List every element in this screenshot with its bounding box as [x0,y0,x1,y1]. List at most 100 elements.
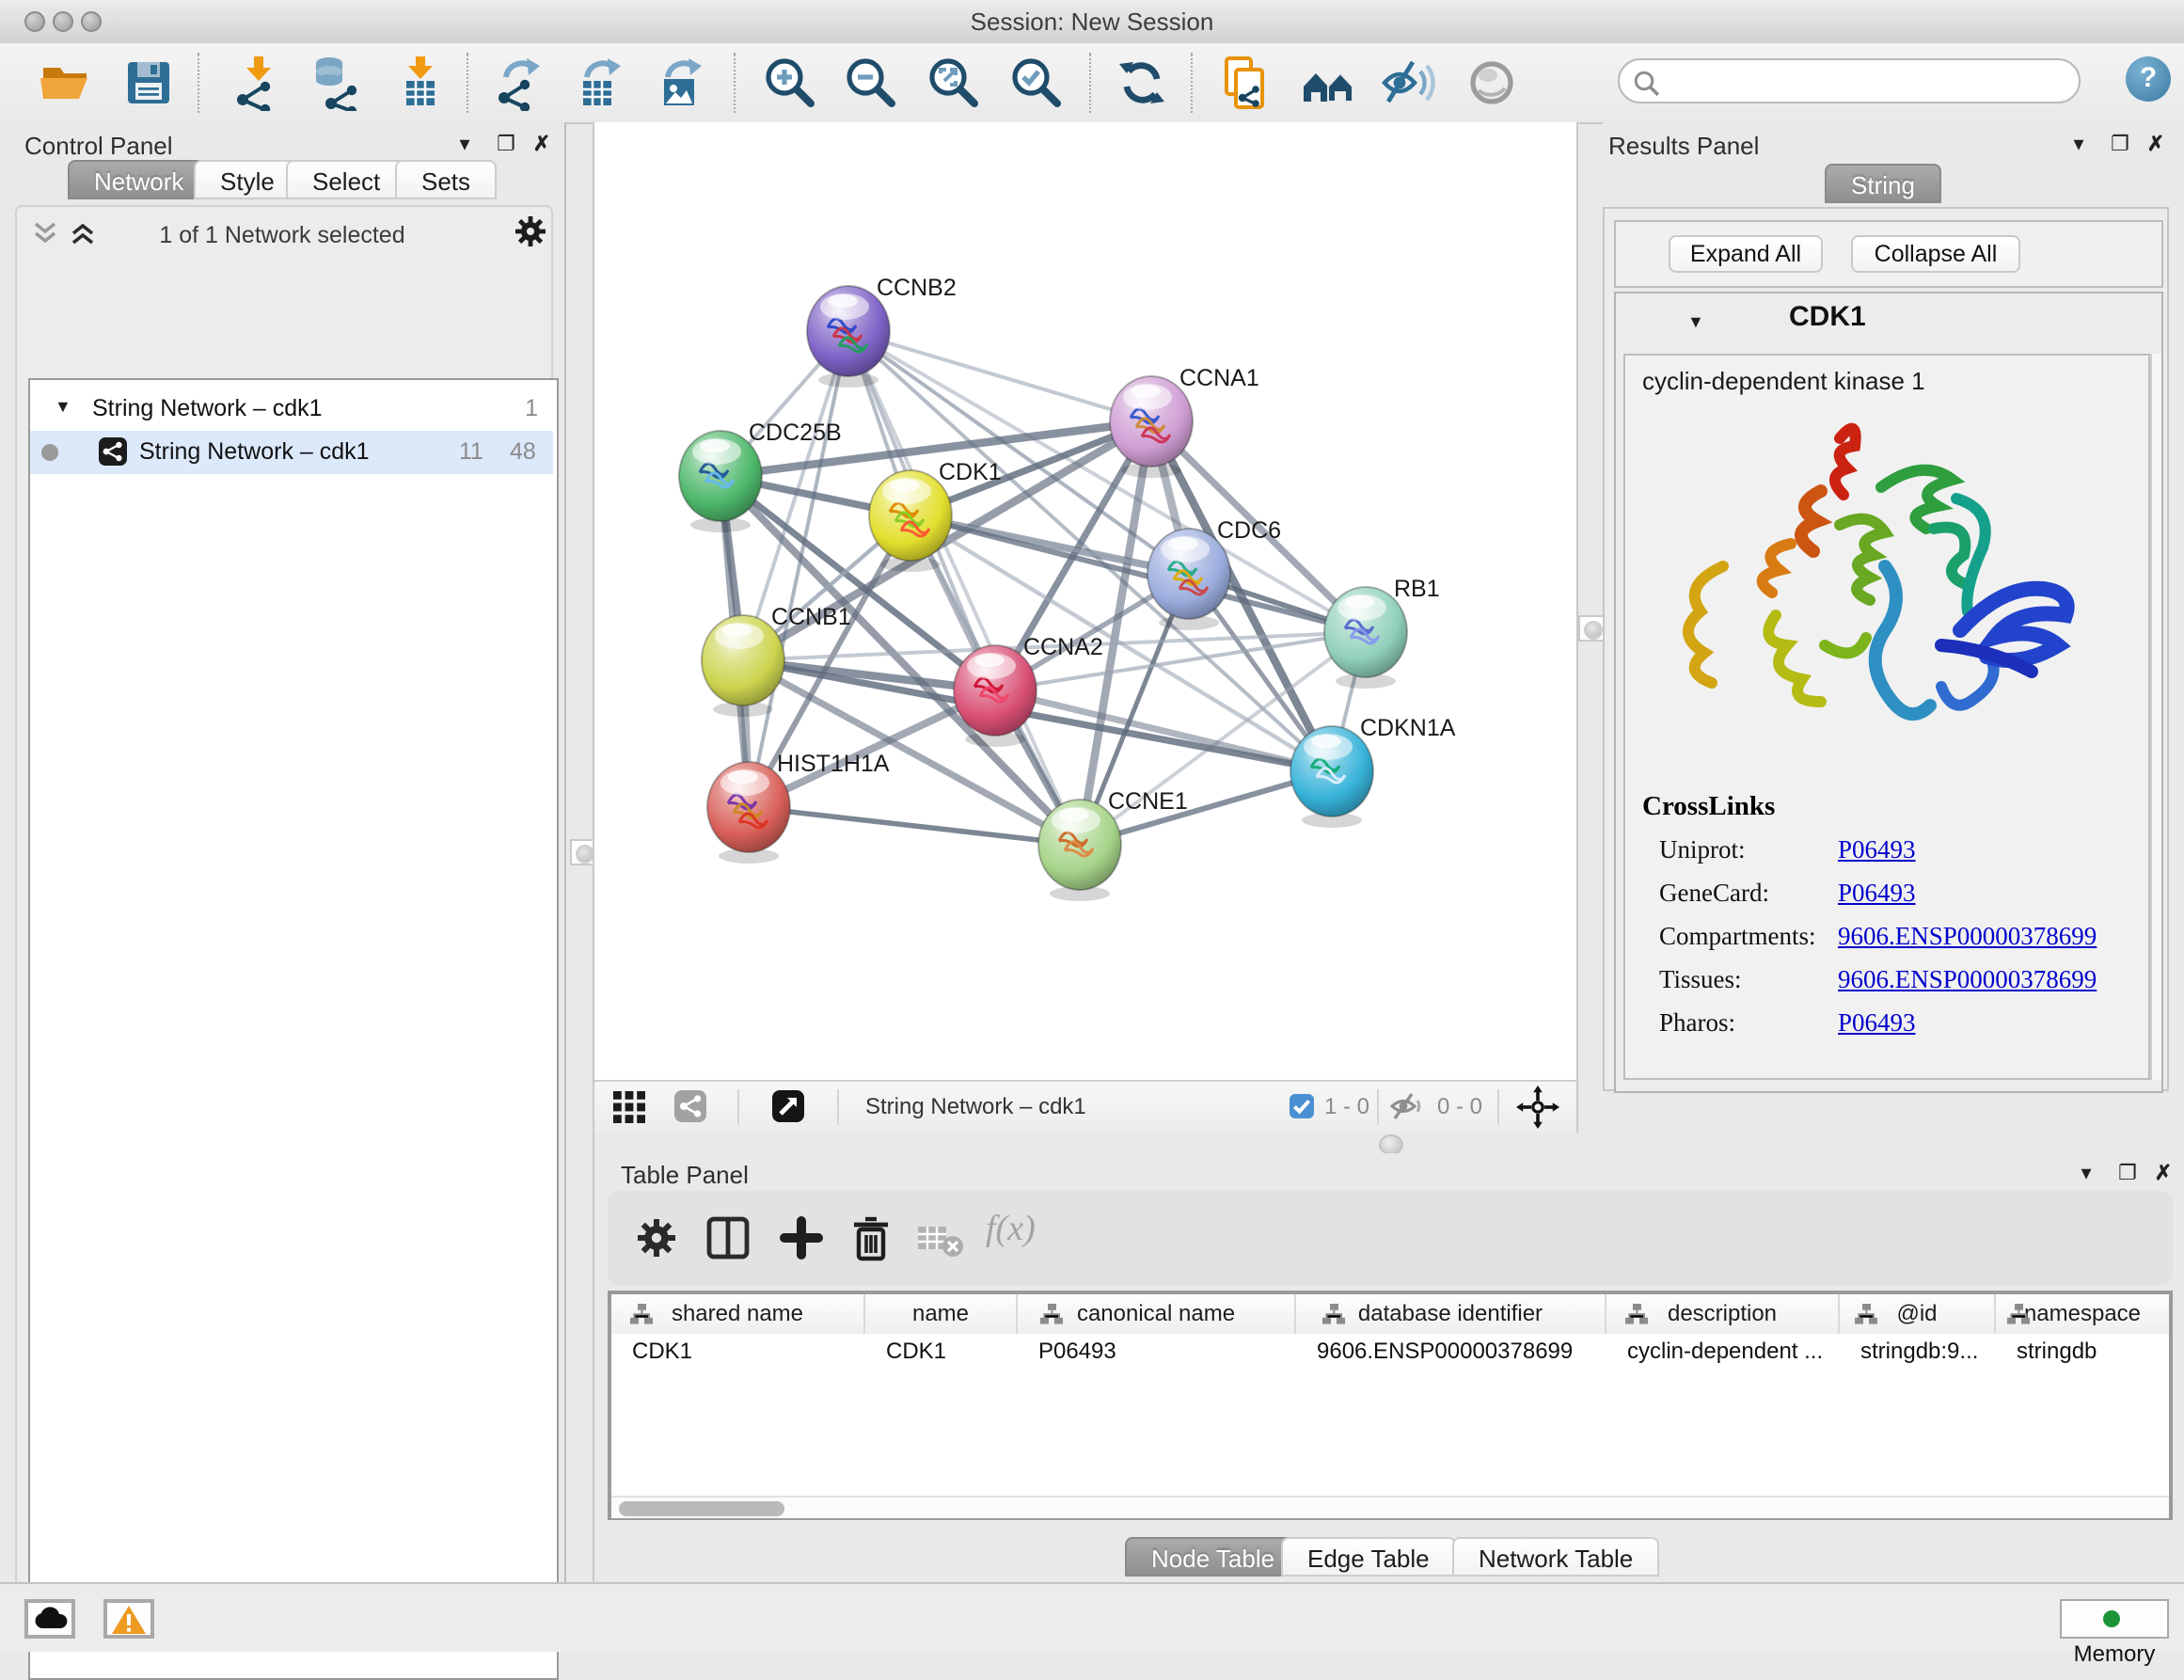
table-cell[interactable]: CDK1 [611,1338,865,1370]
column-type-icon [1855,1304,1877,1324]
gene-expander-icon[interactable]: ▼ [1687,312,1704,331]
delete-table-icon[interactable] [916,1225,965,1259]
column-header-id[interactable]: @id [1840,1294,1996,1334]
tab-select[interactable]: Select [286,160,406,199]
table-options-gear-icon[interactable] [636,1217,677,1259]
export-table-button[interactable] [572,55,628,111]
help-button[interactable]: ? [2126,56,2171,102]
scrollbar-thumb[interactable] [619,1501,784,1516]
show-hidden-button[interactable] [1464,55,1520,111]
delete-column-trash-icon[interactable] [848,1213,894,1262]
edge-CDK1-RB1[interactable] [910,515,1366,632]
network-options-gear-icon[interactable] [514,214,547,248]
table-cell[interactable]: 9606.ENSP00000378699 [1296,1338,1606,1370]
node-label-CCNB1: CCNB1 [771,604,851,630]
expand-all-button[interactable]: Expand All [1669,235,1823,273]
horizontal-divider-grip[interactable] [1379,1134,1403,1155]
crosslink-tissues-link[interactable]: 9606.ENSP00000378699 [1838,965,2097,995]
edge-HIST1H1A-CCNE1[interactable] [749,807,1080,845]
column-header-canonical-name[interactable]: canonical name [1018,1294,1296,1334]
table-cell[interactable]: stringdb:9... [1840,1338,1996,1370]
grid-view-icon[interactable] [613,1091,645,1123]
column-header-description[interactable]: description [1606,1294,1840,1334]
zoom-fit-button[interactable] [926,55,982,111]
crosslink-compartments-link[interactable]: 9606.ENSP00000378699 [1838,922,2097,952]
node-CCNA1[interactable] [1110,376,1193,478]
toolbar-separator [198,53,199,113]
tab-network-table[interactable]: Network Table [1452,1537,1659,1577]
control-panel-menu-icon[interactable]: ▾ [451,132,478,156]
column-header-namespace[interactable]: namespace [1996,1294,2169,1334]
network-canvas[interactable]: CCNB2CCNA1CDC25BCDK1CDC6RB1CCNB1CCNA2CDK… [594,122,1578,1080]
node-HIST1H1A[interactable] [707,762,790,864]
crosslink-genecard-link[interactable]: P06493 [1838,879,1916,909]
node-CCNE1[interactable] [1038,800,1121,901]
warning-status-button[interactable] [103,1599,154,1639]
network-view-icon[interactable] [673,1089,707,1123]
open-session-button[interactable] [38,55,94,111]
zoom-out-button[interactable] [843,55,899,111]
table-horizontal-scrollbar[interactable] [611,1496,2169,1518]
tab-sets[interactable]: Sets [395,160,497,199]
crosslink-uniprot-link[interactable]: P06493 [1838,835,1916,865]
tree-expander-icon[interactable]: ▼ [55,397,71,416]
memory-button[interactable]: Memory [2060,1599,2169,1639]
save-session-button[interactable] [120,55,177,111]
main-toolbar: ? [0,43,2184,124]
hide-selected-button[interactable] [1381,55,1437,111]
table-cell[interactable]: CDK1 [865,1338,1018,1370]
crosslink-pharos-link[interactable]: P06493 [1838,1008,1916,1038]
control-panel-float-icon[interactable]: ❐ [493,132,519,156]
edge-CCNB2-HIST1H1A[interactable] [749,331,848,807]
import-network-from-database-button[interactable] [307,55,363,111]
table-panel-menu-icon[interactable]: ▾ [2073,1161,2099,1185]
node-CCNB2[interactable] [807,286,890,388]
edge-CCNB2-CCNA1[interactable] [848,331,1151,421]
results-panel-close-icon[interactable]: ✗ [2143,132,2169,156]
results-panel-menu-icon[interactable]: ▾ [2065,132,2092,156]
tab-style[interactable]: Style [194,160,301,199]
control-panel-close-icon[interactable]: ✗ [529,132,555,156]
column-header-shared-name[interactable]: shared name [611,1294,865,1334]
birds-eye-view-icon[interactable] [771,1089,805,1123]
export-network-button[interactable] [491,55,547,111]
function-builder-icon[interactable]: f(x) [986,1210,1036,1251]
cloud-status-button[interactable] [24,1599,75,1639]
tab-node-table[interactable]: Node Table [1125,1537,1301,1577]
refresh-view-button[interactable] [1114,55,1170,111]
import-table-button[interactable] [389,55,446,111]
results-scrollbar[interactable] [2150,354,2161,1080]
show-columns-icon[interactable] [705,1215,751,1260]
zoom-selected-button[interactable] [1008,55,1065,111]
collapse-all-button[interactable]: Collapse All [1851,235,2020,273]
fit-selected-crosshair-icon[interactable] [1516,1086,1559,1129]
selected-checkbox-icon[interactable] [1289,1093,1315,1119]
show-all-networks-button[interactable] [1300,55,1356,111]
export-image-button[interactable] [653,55,709,111]
table-cell[interactable]: stringdb [1996,1338,2169,1370]
network-row[interactable]: String Network – cdk1 11 48 [30,431,553,474]
tab-network[interactable]: Network [68,160,210,199]
memory-status-dot-icon [2102,1610,2119,1627]
table-cell[interactable]: cyclin-dependent ... [1606,1338,1840,1370]
tab-edge-table[interactable]: Edge Table [1281,1537,1456,1577]
tab-string[interactable]: String [1825,164,1941,203]
table-cell[interactable]: P06493 [1018,1338,1296,1370]
table-panel-close-icon[interactable]: ✗ [2150,1161,2176,1185]
create-column-plus-icon[interactable] [779,1215,824,1260]
zoom-in-button[interactable] [762,55,818,111]
node-CDC25B[interactable] [679,431,762,532]
search-input[interactable] [1669,64,2071,102]
node-RB1[interactable] [1324,587,1407,689]
results-panel-float-icon[interactable]: ❐ [2107,132,2133,156]
import-network-button[interactable] [229,55,286,111]
hidden-eye-slash-icon[interactable] [1390,1091,1424,1121]
results-divider-grip[interactable] [1578,615,1605,642]
column-header-name[interactable]: name [865,1294,1018,1334]
copy-network-to-clipboard-button[interactable] [1217,55,1274,111]
column-header-database-identifier[interactable]: database identifier [1296,1294,1606,1334]
table-panel-float-icon[interactable]: ❐ [2114,1161,2141,1185]
network-collection-row[interactable]: ▼ String Network – cdk1 1 [30,388,553,431]
export-table-icon [572,55,628,111]
node-CDKN1A[interactable] [1290,726,1373,828]
